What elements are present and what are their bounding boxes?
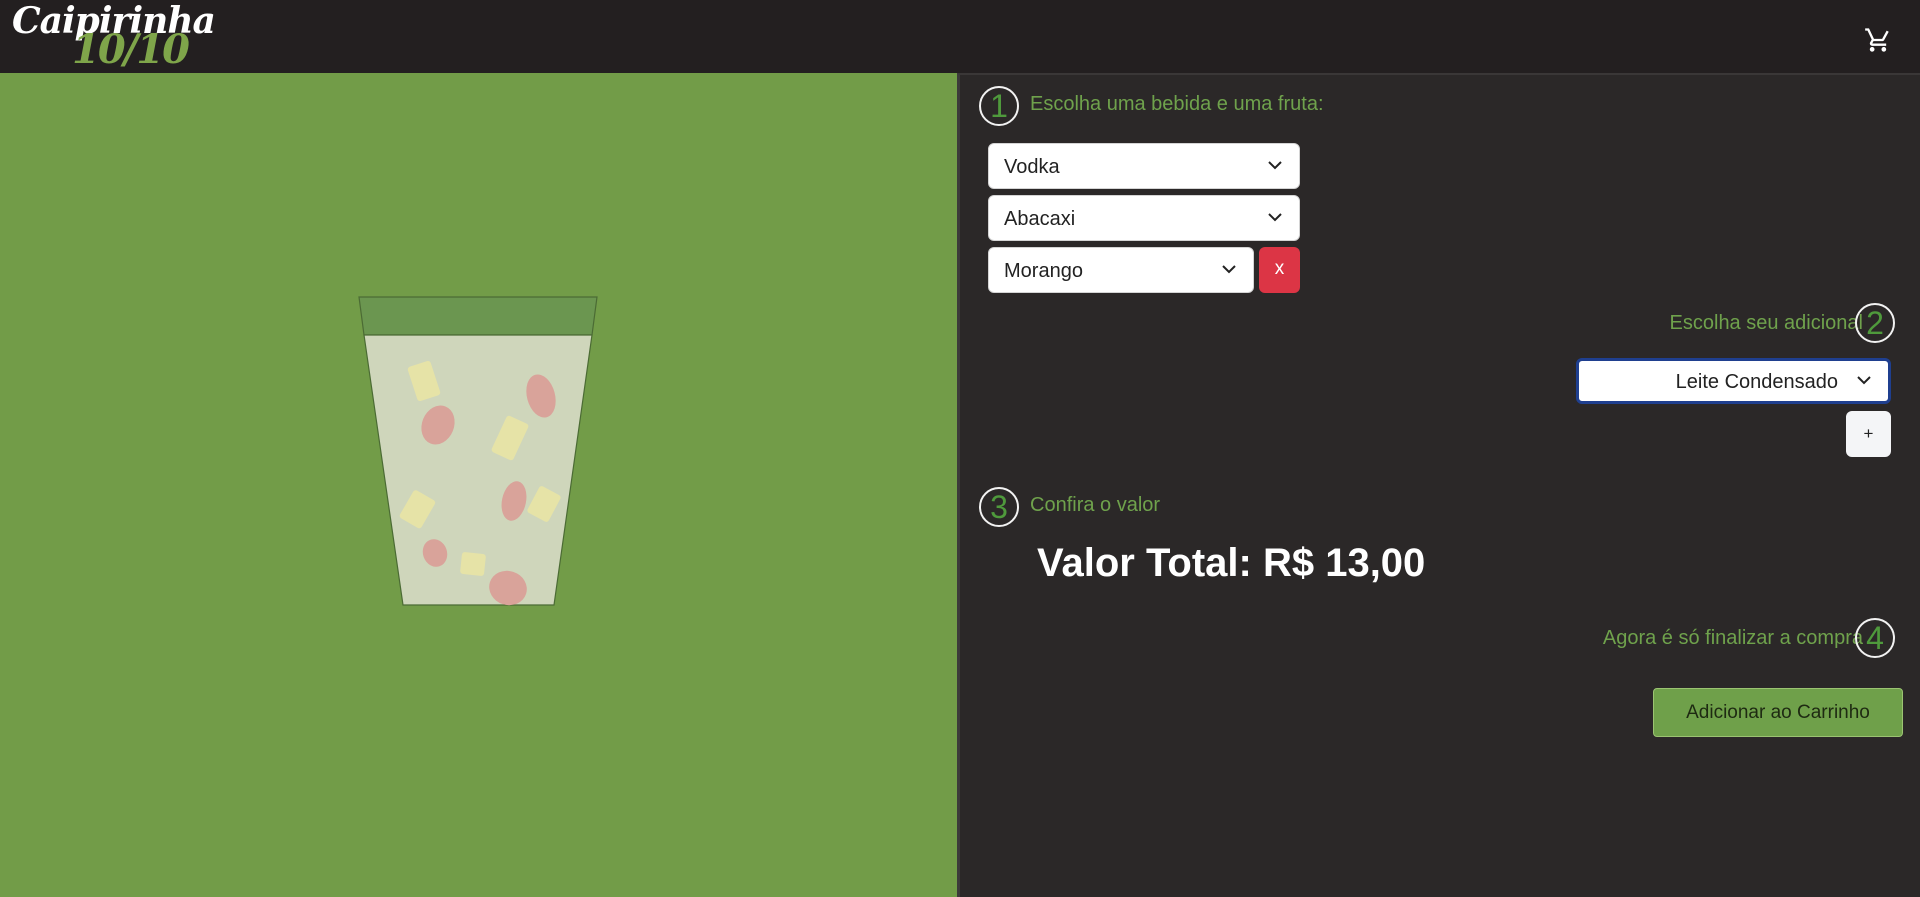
brand-logo-score: 10/10 [72,26,190,73]
shopping-cart-icon[interactable] [1864,26,1892,54]
fruit-select-1[interactable]: Abacaxi [988,195,1300,241]
fruit-select-2-value: Morango [1004,260,1083,282]
top-bar: Caipirinha 10/10 [0,0,1920,73]
drink-preview-panel [0,73,957,897]
chevron-down-icon [1222,265,1236,274]
total-price: Valor Total: R$ 13,00 [1037,541,1426,585]
chevron-down-icon [1268,161,1282,170]
step-1-number: 1 [979,86,1019,126]
step-3-label: Confira o valor [1030,494,1161,516]
addon-select[interactable]: Leite Condensado [1576,358,1891,404]
fruit-select-1-value: Abacaxi [1004,208,1076,230]
brand-logo[interactable]: Caipirinha 10/10 [10,0,216,73]
step-2-label: Escolha seu adicional [1669,312,1863,334]
step-4-label: Agora é só finalizar a compra [1602,627,1863,649]
step-2-number: 2 [1855,303,1895,343]
drink-select-value: Vodka [1004,156,1060,178]
chevron-down-icon [1268,213,1282,222]
add-to-cart-button[interactable]: Adicionar ao Carrinho [1653,688,1903,737]
add-addon-button[interactable]: + [1846,411,1891,457]
order-panel: 1 Escolha uma bebida e uma fruta: Vodka … [957,73,1920,897]
remove-fruit-button[interactable]: x [1259,247,1300,293]
step-1-label: Escolha uma bebida e uma fruta: [1030,93,1324,115]
chevron-down-icon [1857,376,1871,385]
addon-select-value: Leite Condensado [1675,371,1838,393]
step-4-number: 4 [1855,618,1895,658]
fruit-select-2[interactable]: Morango [988,247,1254,293]
caipirinha-glass-illustration [358,296,598,606]
step-3-number: 3 [979,487,1019,527]
drink-select[interactable]: Vodka [988,143,1300,189]
